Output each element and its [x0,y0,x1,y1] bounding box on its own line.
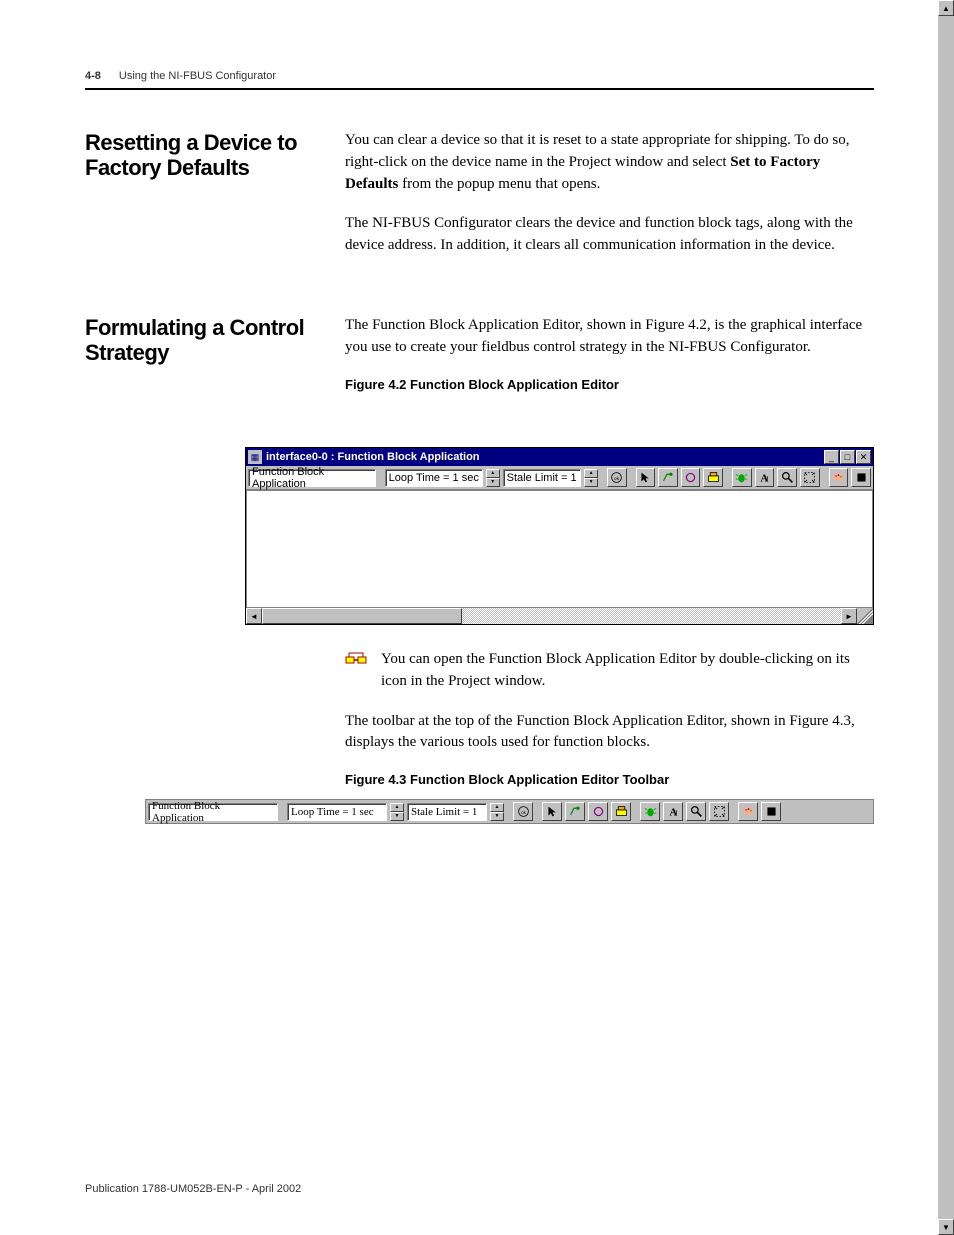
app-name-field-2[interactable]: Function Block Application [148,803,278,821]
block-icon-2[interactable] [611,802,631,821]
window-title: interface0-0 : Function Block Applicatio… [266,451,824,463]
tip-paragraph: You can open the Function Block Applicat… [345,649,874,693]
stale-limit-field-2[interactable]: Stale Limit = 1 [407,803,487,821]
bug-icon[interactable] [732,468,752,487]
text-icon-2[interactable]: AI [663,802,683,821]
text-icon[interactable]: AI [755,468,775,487]
stale-limit-field[interactable]: Stale Limit = 1 [503,469,582,487]
section-formulate-strategy: Formulating a Control Strategy The Funct… [85,315,874,407]
stop-icon[interactable] [851,468,871,487]
figure-4-2: ▦ interface0-0 : Function Block Applicat… [245,447,874,625]
fbap-icon [345,649,371,693]
ok-icon[interactable]: ok [607,468,627,487]
minimize-button[interactable]: _ [824,450,839,464]
formulate-para-1: The Function Block Application Editor, s… [345,315,874,359]
stop-icon-2[interactable] [761,802,781,821]
editor-window: ▦ interface0-0 : Function Block Applicat… [245,447,874,625]
ok-icon-2[interactable]: ok [513,802,533,821]
reset-para-2: The NI-FBUS Configurator clears the devi… [345,213,874,257]
loop-icon[interactable] [681,468,701,487]
zoom-icon[interactable] [777,468,797,487]
svg-text:I: I [766,475,769,484]
stale-limit-spinner-2[interactable]: ▲▼ [490,803,504,821]
page-number: 4-8 [85,70,101,82]
app-name-field[interactable]: Function Block Application [248,469,376,487]
bug-icon-2[interactable] [640,802,660,821]
close-button[interactable]: ✕ [856,450,871,464]
svg-text:ok: ok [521,811,526,816]
toolbar-standalone: Function Block Application Loop Time = 1… [146,800,873,823]
maximize-button[interactable]: □ [840,450,855,464]
heading-reset: Resetting a Device to Factory Defaults [85,130,345,275]
loop-icon-2[interactable] [588,802,608,821]
page-header: 4-8 Using the NI-FBUS Configurator [85,70,874,82]
pointer-icon-2[interactable] [542,802,562,821]
block-icon[interactable] [703,468,723,487]
footer-publication: Publication 1788-UM052B-EN-P - April 200… [85,1183,301,1195]
resize-grip[interactable] [857,608,873,624]
tip-text: You can open the Function Block Applicat… [381,649,874,693]
svg-text:I: I [675,809,678,818]
vertical-scrollbar[interactable]: ▲▼ [938,0,954,1235]
figure-4-3-caption: Figure 4.3 Function Block Application Ed… [345,772,874,787]
reset-para-1: You can clear a device so that it is res… [345,130,874,195]
palette-icon[interactable] [829,468,849,487]
fit-icon-2[interactable] [709,802,729,821]
app-icon: ▦ [248,450,262,464]
chapter-title: Using the NI-FBUS Configurator [119,70,276,82]
pointer-icon[interactable] [636,468,656,487]
canvas-area[interactable] [246,490,873,608]
figure-4-2-caption: Figure 4.2 Function Block Application Ed… [345,376,874,395]
figure-4-3: Figure 4.3 Function Block Application Ed… [145,772,874,824]
section-reset-device: Resetting a Device to Factory Defaults Y… [85,130,874,275]
header-rule [85,88,874,90]
stale-limit-spinner[interactable]: ▲▼ [584,469,598,487]
loop-time-spinner[interactable]: ▲▼ [486,469,500,487]
toolbar-para: The toolbar at the top of the Function B… [345,711,874,755]
titlebar: ▦ interface0-0 : Function Block Applicat… [246,448,873,466]
wire-icon[interactable] [658,468,678,487]
heading-formulate: Formulating a Control Strategy [85,315,345,407]
palette-icon-2[interactable] [738,802,758,821]
loop-time-field-2[interactable]: Loop Time = 1 sec [287,803,387,821]
fit-icon[interactable] [800,468,820,487]
horizontal-scrollbar[interactable]: ◄ ► [246,608,873,624]
loop-time-spinner-2[interactable]: ▲▼ [390,803,404,821]
toolbar: Function Block Application Loop Time = 1… [246,466,873,490]
zoom-icon-2[interactable] [686,802,706,821]
wire-icon-2[interactable] [565,802,585,821]
svg-text:ok: ok [614,476,620,482]
loop-time-field[interactable]: Loop Time = 1 sec [385,469,483,487]
